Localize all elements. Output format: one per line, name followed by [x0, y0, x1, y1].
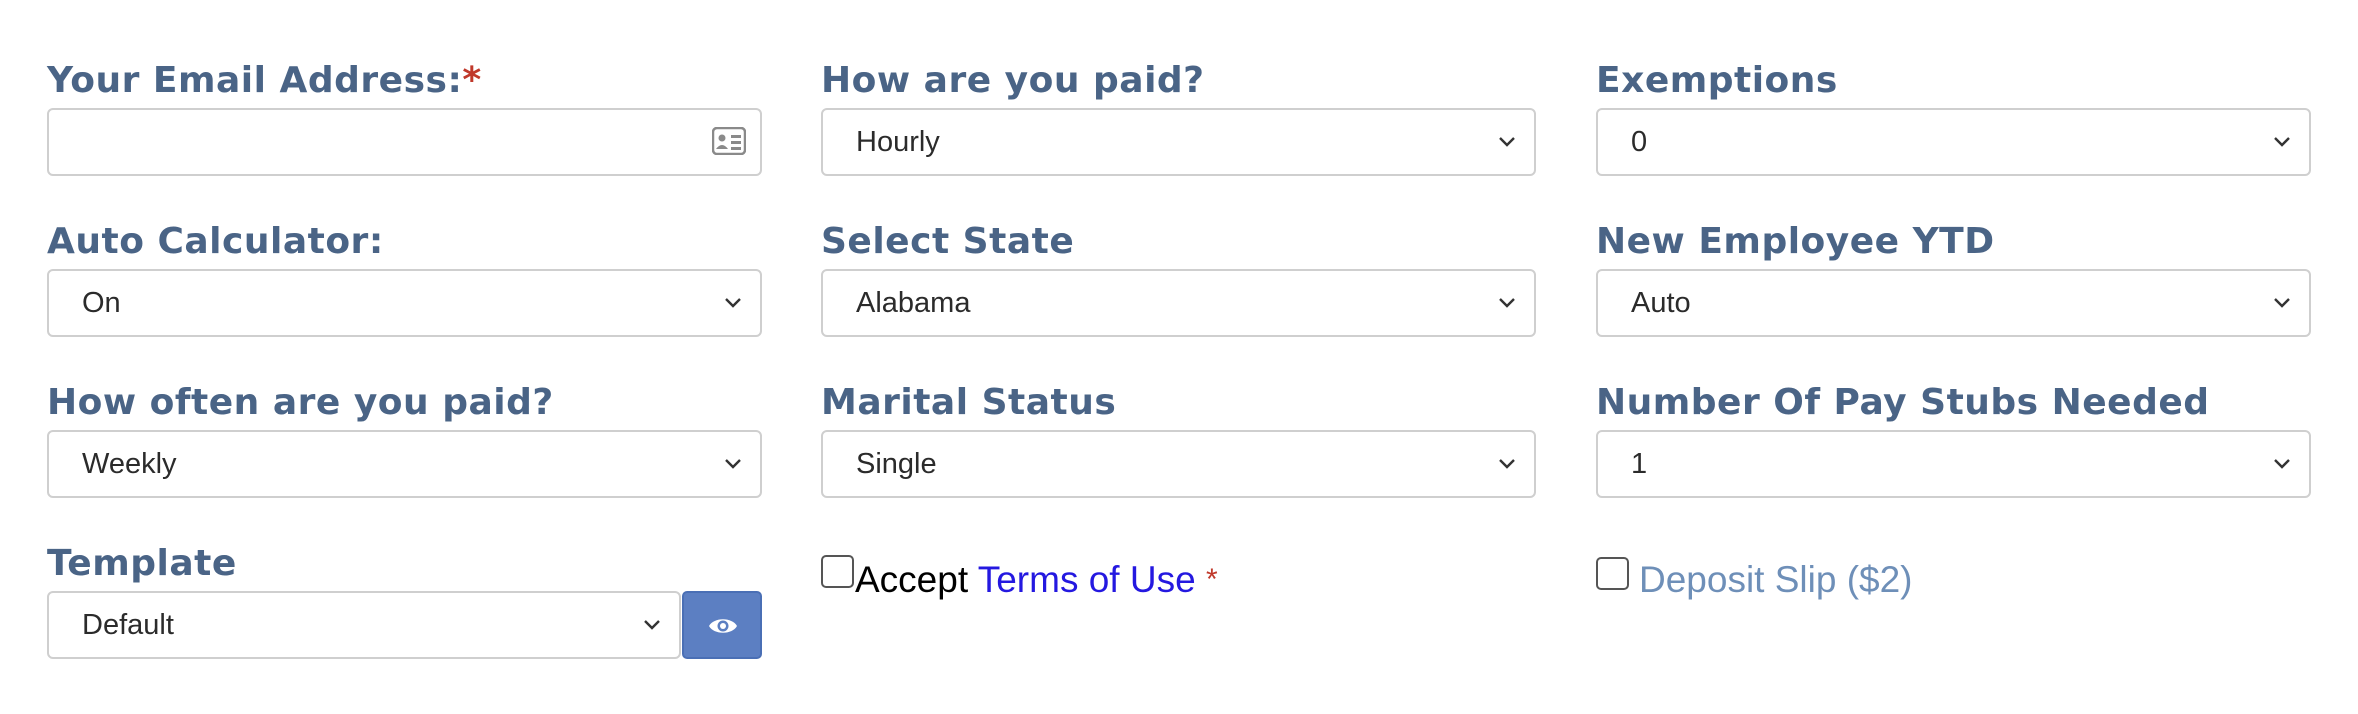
exemptions-field-group: Exemptions 0: [1596, 58, 2311, 176]
chevron-down-icon: [2274, 137, 2290, 147]
email-input[interactable]: [47, 108, 762, 176]
deposit-slip-label[interactable]: Deposit Slip ($2): [1639, 557, 1913, 603]
chevron-down-icon: [725, 459, 741, 469]
pay-frequency-field-group: How often are you paid? Weekly: [47, 380, 762, 498]
chevron-down-icon: [2274, 298, 2290, 308]
auto-calculator-select[interactable]: On: [47, 269, 762, 337]
chevron-down-icon: [1499, 137, 1515, 147]
stubs-needed-value: 1: [1631, 448, 1648, 480]
eye-icon: [709, 619, 737, 633]
new-employee-ytd-value: Auto: [1631, 287, 1691, 319]
auto-calculator-value: On: [82, 287, 121, 319]
terms-checkbox[interactable]: [821, 555, 854, 588]
marital-status-label: Marital Status: [821, 382, 1117, 423]
new-employee-ytd-select[interactable]: Auto: [1596, 269, 2311, 337]
template-field-group: Template Default: [47, 541, 762, 659]
new-employee-ytd-label: New Employee YTD: [1596, 221, 1995, 262]
stubs-needed-field-group: Number Of Pay Stubs Needed 1: [1596, 380, 2311, 498]
auto-calculator-label: Auto Calculator:: [47, 221, 384, 262]
terms-of-use-link[interactable]: Terms of Use: [978, 559, 1196, 600]
pay-frequency-value: Weekly: [82, 448, 177, 480]
state-field-group: Select State Alabama: [821, 219, 1536, 337]
exemptions-select[interactable]: 0: [1596, 108, 2311, 176]
auto-calculator-field-group: Auto Calculator: On: [47, 219, 762, 337]
new-employee-ytd-field-group: New Employee YTD Auto: [1596, 219, 2311, 337]
pay-frequency-select[interactable]: Weekly: [47, 430, 762, 498]
template-value: Default: [82, 609, 174, 641]
deposit-slip-row: Deposit Slip ($2): [1596, 557, 2196, 607]
exemptions-label: Exemptions: [1596, 60, 1838, 101]
terms-row: Accept Terms of Use *: [821, 555, 1521, 605]
email-label: Your Email Address:*: [47, 60, 482, 101]
template-label: Template: [47, 543, 237, 584]
marital-status-select[interactable]: Single: [821, 430, 1536, 498]
exemptions-value: 0: [1631, 126, 1648, 158]
chevron-down-icon: [1499, 298, 1515, 308]
contact-card-icon: [712, 127, 746, 155]
chevron-down-icon: [1499, 459, 1515, 469]
accept-label: Accept: [855, 559, 978, 600]
pay-frequency-label: How often are you paid?: [47, 382, 554, 423]
pay-type-value: Hourly: [856, 126, 940, 158]
marital-status-field-group: Marital Status Single: [821, 380, 1536, 498]
required-asterisk: *: [1205, 563, 1218, 596]
template-preview-button[interactable]: [682, 591, 762, 659]
state-label: Select State: [821, 221, 1075, 262]
template-select[interactable]: Default: [47, 591, 681, 659]
chevron-down-icon: [644, 620, 660, 630]
pay-type-field-group: How are you paid? Hourly: [821, 58, 1536, 176]
stubs-needed-label: Number Of Pay Stubs Needed: [1596, 382, 2210, 423]
required-asterisk: *: [462, 60, 482, 101]
terms-text: Accept Terms of Use *: [855, 557, 1218, 606]
state-select[interactable]: Alabama: [821, 269, 1536, 337]
pay-type-select[interactable]: Hourly: [821, 108, 1536, 176]
pay-type-label: How are you paid?: [821, 60, 1205, 101]
deposit-slip-checkbox[interactable]: [1596, 557, 1629, 590]
stubs-needed-select[interactable]: 1: [1596, 430, 2311, 498]
marital-status-value: Single: [856, 448, 937, 480]
email-field-group: Your Email Address:*: [47, 58, 762, 176]
chevron-down-icon: [725, 298, 741, 308]
chevron-down-icon: [2274, 459, 2290, 469]
state-value: Alabama: [856, 287, 971, 319]
